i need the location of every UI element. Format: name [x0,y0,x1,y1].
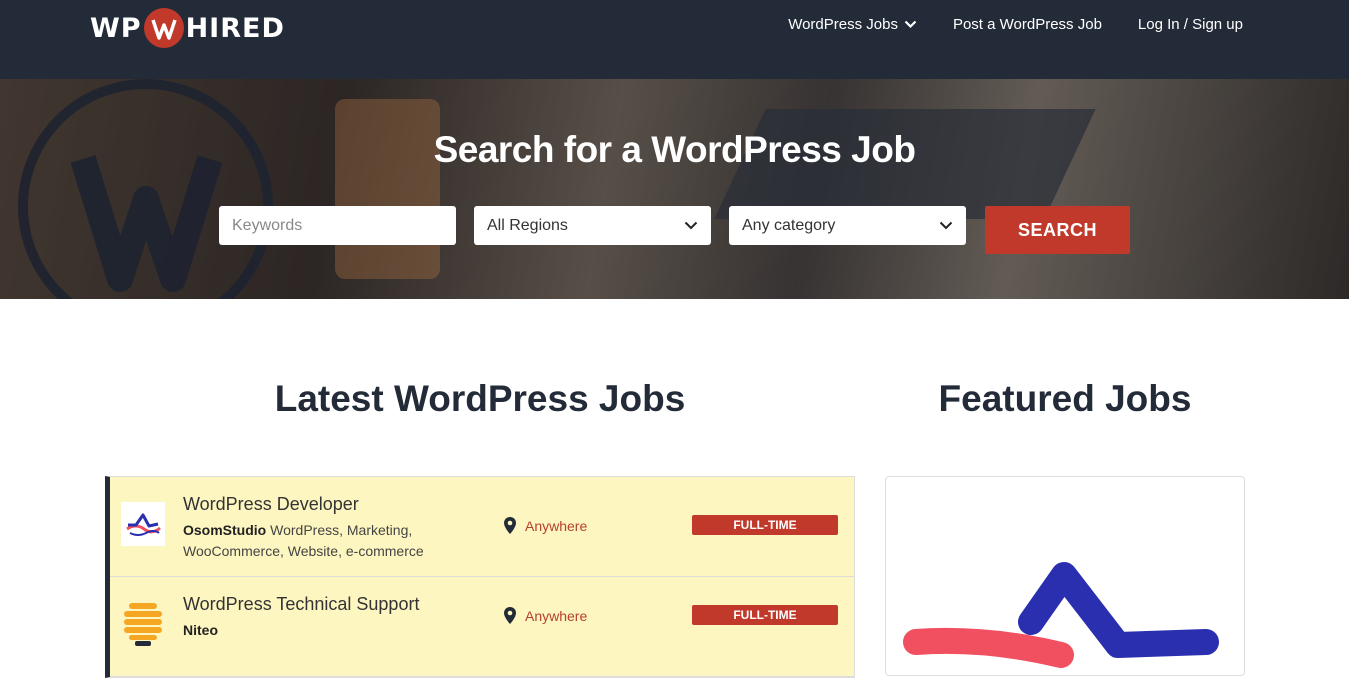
job-search-form: Keywords All Regions Any category SEARCH [219,206,1130,254]
chevron-down-icon [904,20,917,29]
hero-banner: Search for a WordPress Job Keywords All … [0,79,1349,299]
region-select[interactable]: All Regions [474,206,711,245]
chevron-down-icon [939,221,953,230]
company-name: Niteo [183,622,218,638]
site-header: WP HIRED WordPress Jobs Post a WordPress… [0,0,1349,79]
nav-wordpress-jobs[interactable]: WordPress Jobs [788,16,917,33]
keywords-input[interactable]: Keywords [219,206,456,245]
nav-wordpress-jobs-label: WordPress Jobs [788,16,898,33]
company-logo-osomstudio [903,562,1219,668]
company-logo-osomstudio [121,502,165,546]
site-logo[interactable]: WP HIRED [90,8,285,48]
featured-job-card[interactable] [885,476,1245,676]
job-type-badge: FULL-TIME [692,515,838,535]
job-meta: Niteo [183,620,443,641]
nav-post-job[interactable]: Post a WordPress Job [953,16,1102,33]
job-location-text: Anywhere [525,517,588,534]
job-list: WordPress Developer OsomStudio WordPress… [105,476,855,678]
job-title[interactable]: WordPress Technical Support [183,594,419,615]
search-button[interactable]: SEARCH [985,206,1130,254]
job-listing-item[interactable]: WordPress Developer OsomStudio WordPress… [110,477,854,577]
map-pin-icon [504,517,516,534]
company-name: OsomStudio [183,522,267,538]
map-pin-icon [504,607,516,624]
job-type-badge: FULL-TIME [692,605,838,625]
hero-title: Search for a WordPress Job [433,129,916,170]
wordpress-logo-icon [143,8,184,48]
category-select-value: Any category [742,216,836,234]
featured-jobs-heading: Featured Jobs [938,378,1192,419]
logo-text-right: HIRED [185,12,285,44]
job-listing-item[interactable]: WordPress Technical Support Niteo Anywhe… [110,577,854,677]
latest-jobs-heading: Latest WordPress Jobs [274,378,686,419]
region-select-value: All Regions [487,216,568,234]
category-select[interactable]: Any category [729,206,966,245]
company-logo-niteo [121,602,165,646]
logo-text-left: WP [90,12,142,44]
nav-login-signup[interactable]: Log In / Sign up [1138,16,1243,33]
job-title[interactable]: WordPress Developer [183,494,359,515]
job-location-text: Anywhere [525,607,588,624]
job-location: Anywhere [503,516,587,535]
wordpress-watermark-icon [18,79,273,299]
chevron-down-icon [684,221,698,230]
job-meta: OsomStudio WordPress, Marketing, WooComm… [183,520,443,562]
main-nav: WordPress Jobs Post a WordPress Job Log … [788,16,1243,33]
job-location: Anywhere [503,606,587,625]
